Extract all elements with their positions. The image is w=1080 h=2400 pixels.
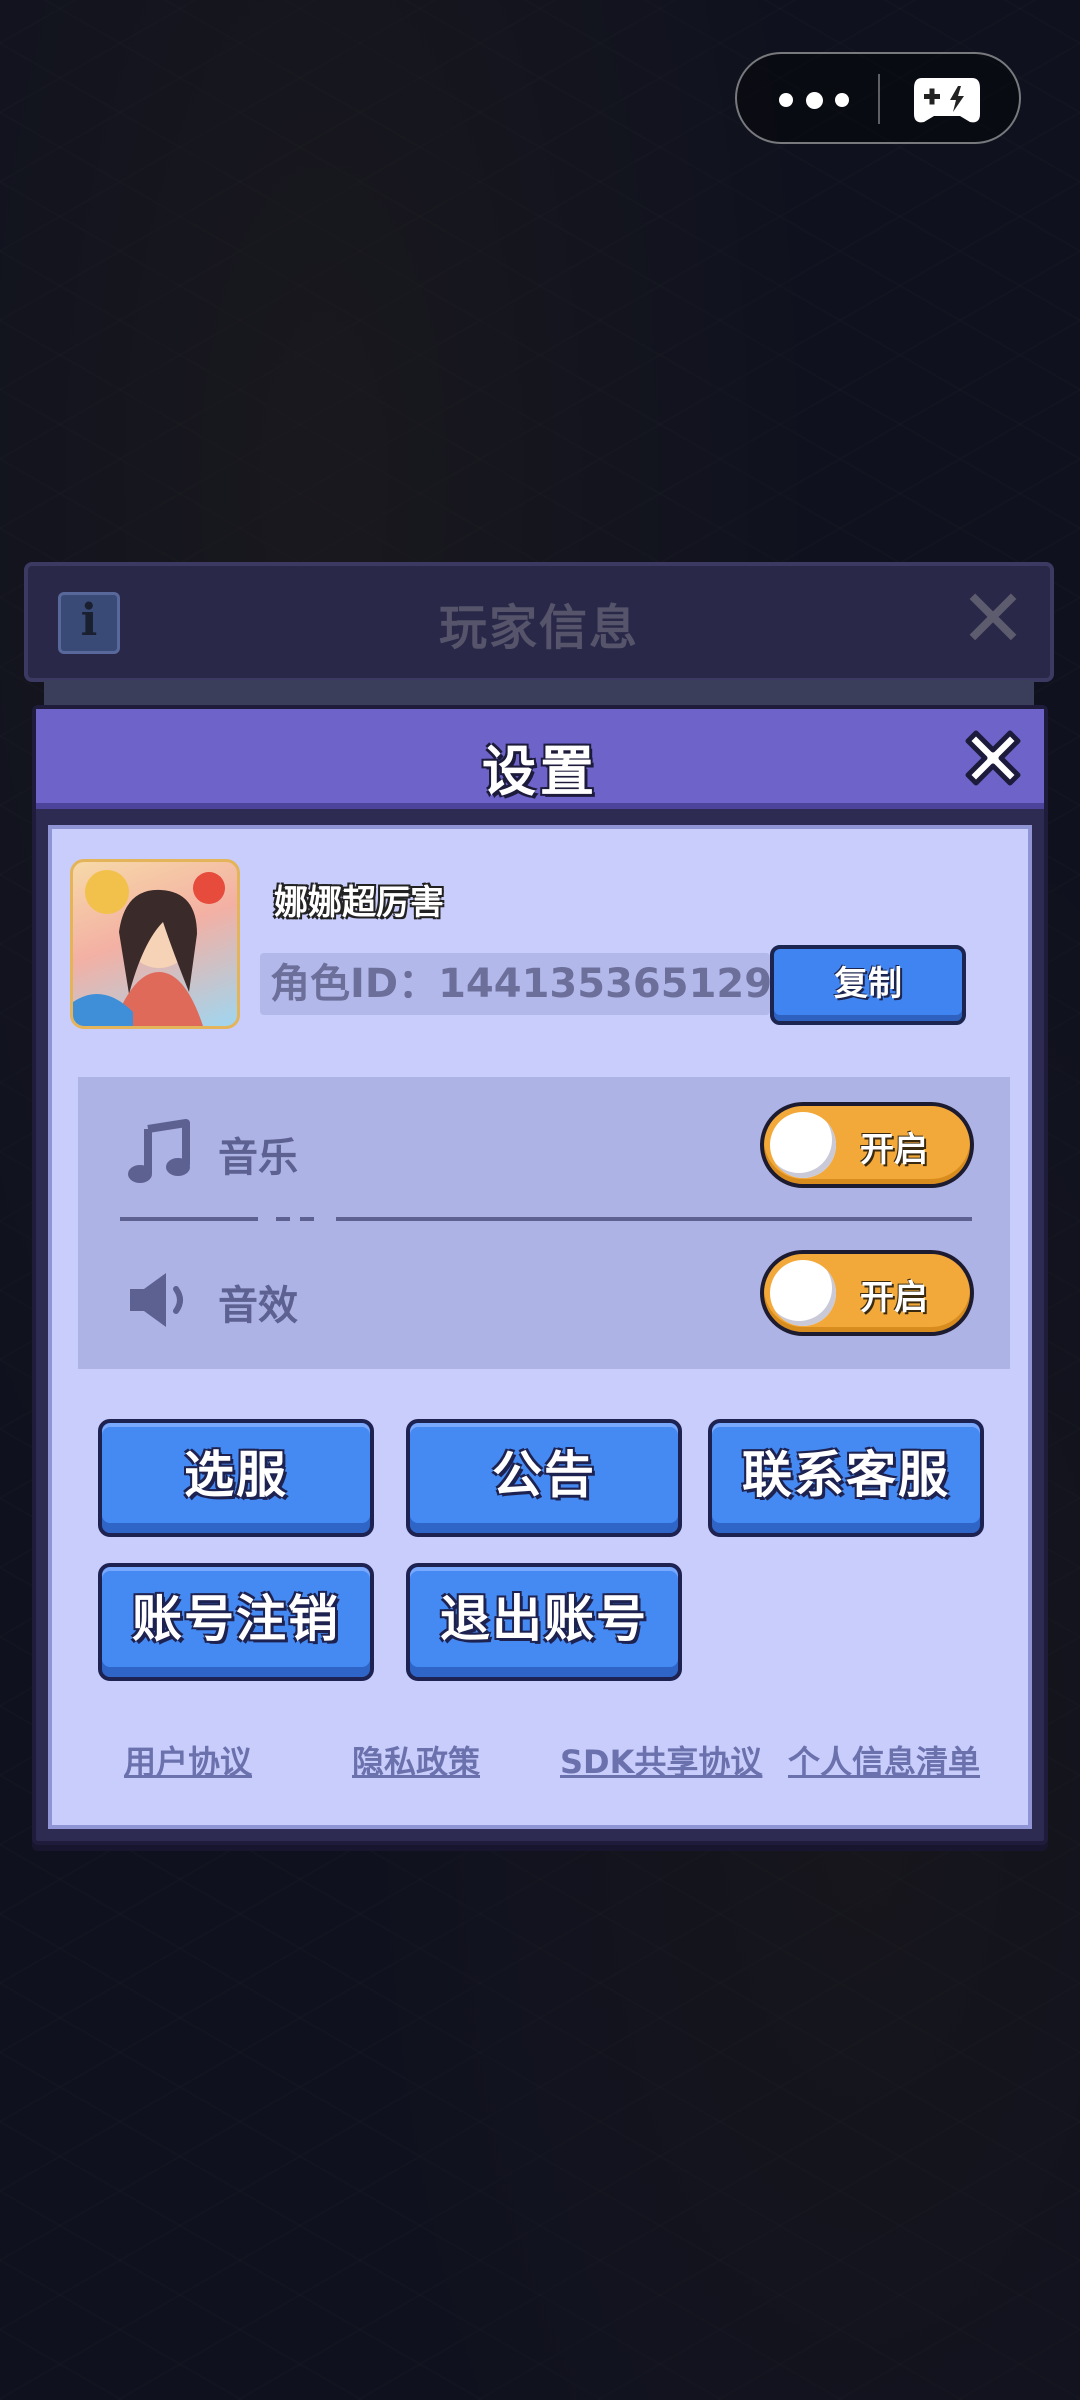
player-info-panel: i 玩家信息 ✕ — [24, 562, 1054, 682]
capsule-divider — [878, 74, 880, 124]
contact-support-button[interactable]: 联系客服 — [708, 1419, 984, 1537]
music-row: 音乐 开启 — [78, 1089, 1010, 1209]
personal-info-list-link[interactable]: 个人信息清单 — [788, 1737, 980, 1783]
close-icon: ✕ — [959, 572, 1027, 665]
music-note-icon — [128, 1119, 190, 1183]
sound-toggle-text: 开启 — [860, 1278, 928, 1318]
player-nickname: 娜娜超厉害 — [274, 883, 444, 923]
announcement-button[interactable]: 公告 — [406, 1419, 682, 1537]
audio-settings: 音乐 开启 音效 开启 — [78, 1077, 1010, 1369]
copy-button[interactable]: 复制 — [770, 945, 966, 1025]
cancel-account-button[interactable]: 账号注销 — [98, 1563, 374, 1681]
toggle-knob — [770, 1260, 836, 1326]
more-dots-icon[interactable] — [779, 82, 849, 118]
music-label: 音乐 — [218, 1135, 298, 1181]
settings-content: 娜娜超厉害 角色ID：144135365129158 复制 音乐 开启 — [48, 825, 1032, 1829]
settings-dialog: 设置 娜娜超厉害 角色ID：144135365129158 复制 — [32, 705, 1048, 1845]
sound-row: 音效 开启 — [78, 1237, 1010, 1357]
sdk-agreement-link[interactable]: SDK共享协议 — [560, 1737, 762, 1783]
player-info-title: 玩家信息 — [438, 600, 639, 656]
music-toggle[interactable]: 开启 — [760, 1102, 974, 1188]
close-icon[interactable] — [956, 721, 1030, 795]
role-id-box: 角色ID：144135365129158 — [260, 953, 770, 1015]
audio-divider — [120, 1217, 972, 1221]
speaker-icon — [130, 1273, 183, 1327]
dialog-title: 设置 — [482, 740, 598, 803]
gamepad-icon[interactable] — [912, 70, 982, 128]
avatar — [70, 859, 240, 1029]
user-agreement-link[interactable]: 用户协议 — [124, 1737, 252, 1783]
sound-toggle[interactable]: 开启 — [760, 1250, 974, 1336]
logout-button[interactable]: 退出账号 — [406, 1563, 682, 1681]
role-id-value: 144135365129158 — [438, 961, 770, 1007]
select-server-button[interactable]: 选服 — [98, 1419, 374, 1537]
mini-program-capsule — [735, 52, 1021, 144]
role-id-label: 角色ID： — [270, 961, 439, 1007]
dialog-header: 设置 — [36, 709, 1044, 809]
toggle-knob — [770, 1112, 836, 1178]
music-toggle-text: 开启 — [860, 1130, 928, 1170]
sound-label: 音效 — [218, 1283, 298, 1329]
privacy-policy-link[interactable]: 隐私政策 — [352, 1737, 480, 1783]
